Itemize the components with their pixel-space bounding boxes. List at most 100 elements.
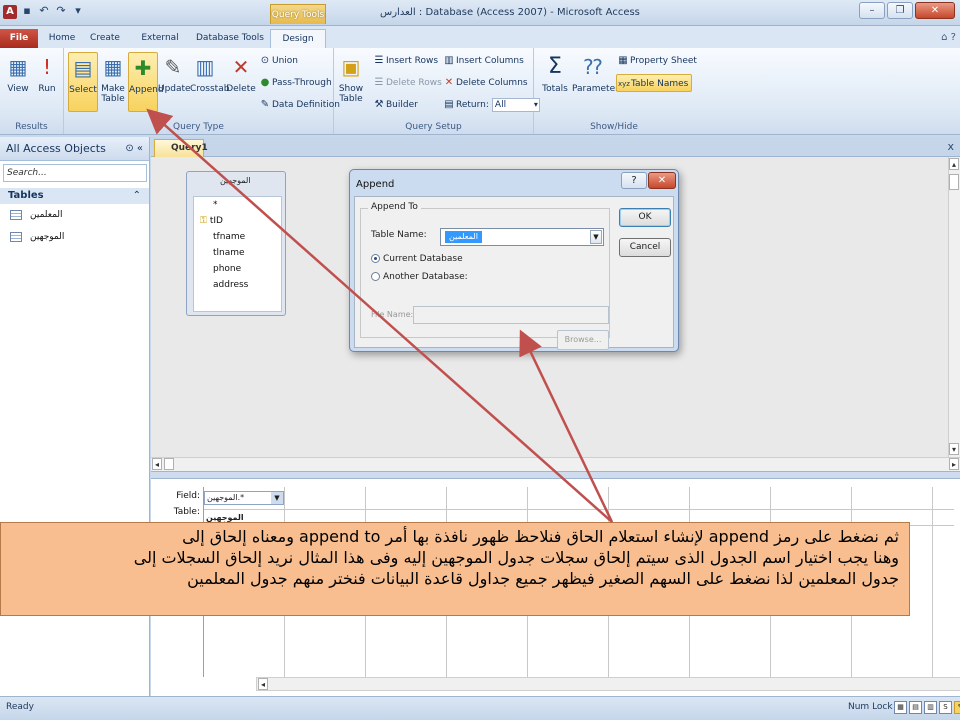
group-query-type: ▤ Select ▦ Make Table ✚ Append ✎ Update … [64, 48, 340, 134]
table-name-combobox[interactable]: المعلمين ▼ [440, 228, 604, 246]
parameters-button[interactable]: ⁇ Parameters [572, 52, 624, 112]
nav-group-tables[interactable]: Tables ⌃ [0, 188, 149, 204]
field-list-supervisors[interactable]: الموجهين * ⚿ tID tfname tlname phone addr… [186, 171, 286, 316]
file-name-label: File Name: [371, 310, 414, 319]
sql-view-icon[interactable]: S [939, 701, 952, 714]
field-item[interactable]: tfname [194, 229, 281, 245]
delete-query-button[interactable]: ✕ Delete [226, 52, 256, 112]
field-item-primary-key[interactable]: ⚿ tID [194, 213, 281, 229]
help-icon[interactable]: ⌂ ? [941, 32, 956, 43]
return-icon: ▤ [444, 99, 454, 110]
tab-external-data[interactable]: External Data [130, 29, 190, 62]
insert-rows-button[interactable]: ☰ Insert Rows [372, 52, 439, 70]
field-list-body: * ⚿ tID tfname tlname phone address [193, 196, 282, 312]
pane-splitter[interactable] [151, 471, 960, 479]
scroll-left-icon[interactable]: ◂ [258, 678, 268, 690]
group-query-setup: ▣ Show Table ☰ Insert Rows ☰ Delete Rows ⚒… [334, 48, 540, 134]
customize-qat-icon[interactable]: ▾ [71, 4, 85, 20]
dropdown-arrow-icon[interactable]: ▼ [271, 492, 283, 504]
return-select[interactable]: All ▾ [491, 97, 540, 112]
radio-selected-icon [371, 254, 380, 263]
scroll-thumb[interactable] [164, 458, 174, 470]
data-definition-button[interactable]: ✎ Data Definition [258, 96, 340, 114]
nav-item-supervisors-table[interactable]: الموجهين [0, 226, 149, 248]
grid-horizontal-scrollbar[interactable]: ◂ ▸ [256, 677, 960, 691]
make-table-button[interactable]: ▦ Make Table [98, 52, 128, 112]
dropdown-arrow-icon[interactable]: ▼ [590, 230, 602, 244]
delete-columns-button[interactable]: ✕ Delete Columns [442, 74, 528, 92]
return-control[interactable]: ▤ Return: All ▾ [442, 96, 540, 114]
window-title: العدارس : Database (Access 2007) - Micro… [380, 7, 640, 18]
grid-field-cell[interactable]: الموجهين.* ▼ [204, 491, 284, 505]
field-item[interactable]: phone [194, 261, 281, 277]
builder-button[interactable]: ⚒ Builder [372, 96, 418, 114]
horizontal-scrollbar[interactable]: ◂ ▸ [151, 457, 960, 471]
append-to-group: Append To Table Name: المعلمين ▼ Current… [360, 202, 610, 350]
union-query-button[interactable]: ⊙ Union [258, 52, 298, 70]
save-icon[interactable]: ▪ [20, 4, 34, 20]
pivot-table-view-icon[interactable]: ▤ [909, 701, 922, 714]
pivot-chart-view-icon[interactable]: ▥ [924, 701, 937, 714]
datasheet-view-icon[interactable]: ▦ [894, 701, 907, 714]
field-item[interactable]: tlname [194, 245, 281, 261]
cancel-button[interactable]: Cancel [619, 238, 671, 257]
sigma-icon: Σ [548, 54, 562, 79]
delete-rows-button[interactable]: ☰ Delete Rows [372, 74, 442, 92]
nav-item-teachers-table[interactable]: المعلمين [0, 204, 149, 226]
append-query-button[interactable]: ✚ Append [128, 52, 164, 112]
tab-design[interactable]: Design [270, 29, 326, 48]
crosstab-query-button[interactable]: ▥ Crosstab [190, 52, 229, 112]
browse-button[interactable]: Browse... [557, 330, 609, 350]
field-item[interactable]: address [194, 277, 281, 293]
field-item[interactable]: * [194, 197, 281, 213]
nav-pane-menu-icon[interactable]: ⊙ « [125, 137, 143, 161]
scroll-up-icon[interactable]: ▴ [949, 158, 959, 170]
table-names-button[interactable]: xyzTable Names [616, 74, 693, 92]
maximize-button[interactable]: ❐ [887, 2, 913, 19]
nav-search-input[interactable]: Search... ⚲ [3, 164, 158, 182]
view-button[interactable]: ▦ View [3, 52, 33, 112]
close-window-button[interactable]: ✕ [915, 2, 955, 19]
run-button[interactable]: ! Run [32, 52, 62, 112]
ribbon-tabs: File Home Create External Data Database … [0, 26, 960, 62]
vertical-scrollbar[interactable]: ▴ ▾ [948, 157, 960, 457]
update-query-icon: ✎ [164, 55, 182, 79]
union-icon: ⊙ [260, 55, 270, 66]
tab-create[interactable]: Create [86, 29, 124, 48]
undo-icon[interactable]: ↶ [37, 4, 51, 20]
property-sheet-button[interactable]: ▦ Property Sheet [616, 52, 697, 70]
collapse-chevron-icon[interactable]: ⌃ [133, 188, 141, 204]
totals-button[interactable]: Σ Totals [540, 52, 570, 112]
close-document-icon[interactable]: x [947, 140, 954, 153]
table-names-icon: xyz [618, 80, 630, 88]
scroll-thumb[interactable] [949, 174, 959, 190]
dialog-help-button[interactable]: ? [621, 172, 647, 189]
select-query-icon: ▤ [73, 56, 93, 80]
access-app-icon[interactable]: A [3, 5, 17, 19]
scroll-left-icon[interactable]: ◂ [152, 458, 162, 470]
another-database-radio[interactable]: Another Database: [371, 272, 468, 282]
update-query-button[interactable]: ✎ Update [158, 52, 191, 112]
show-table-button[interactable]: ▣ Show Table [336, 52, 366, 112]
ok-button[interactable]: OK [619, 208, 671, 227]
current-database-radio[interactable]: Current Database [371, 254, 463, 264]
select-query-button[interactable]: ▤ Select [68, 52, 98, 112]
file-name-input[interactable] [413, 306, 609, 324]
tab-database-tools[interactable]: Database Tools [196, 29, 264, 48]
design-view-icon[interactable]: ✎ [954, 701, 960, 714]
nav-pane-header[interactable]: All Access Objects ⊙ « [0, 137, 149, 161]
group-results: ▦ View ! Run Results [0, 48, 64, 134]
pass-through-button[interactable]: ● Pass-Through [258, 74, 332, 92]
scroll-right-icon[interactable]: ▸ [949, 458, 959, 470]
scroll-down-icon[interactable]: ▾ [949, 443, 959, 455]
callout-line: وهنا يجب اختيار اسم الجدول الذى سيتم إلح… [133, 548, 899, 567]
query-tools-context-label: Query Tools [270, 4, 326, 24]
tab-file[interactable]: File [0, 29, 38, 48]
run-icon: ! [42, 55, 52, 79]
tab-home[interactable]: Home [44, 29, 80, 48]
tab-query1[interactable]: Query1 [154, 139, 208, 157]
insert-columns-button[interactable]: ▥ Insert Columns [442, 52, 524, 70]
redo-icon[interactable]: ↷ [54, 4, 68, 20]
dialog-close-button[interactable]: ✕ [648, 172, 676, 189]
minimize-button[interactable]: – [859, 2, 885, 19]
